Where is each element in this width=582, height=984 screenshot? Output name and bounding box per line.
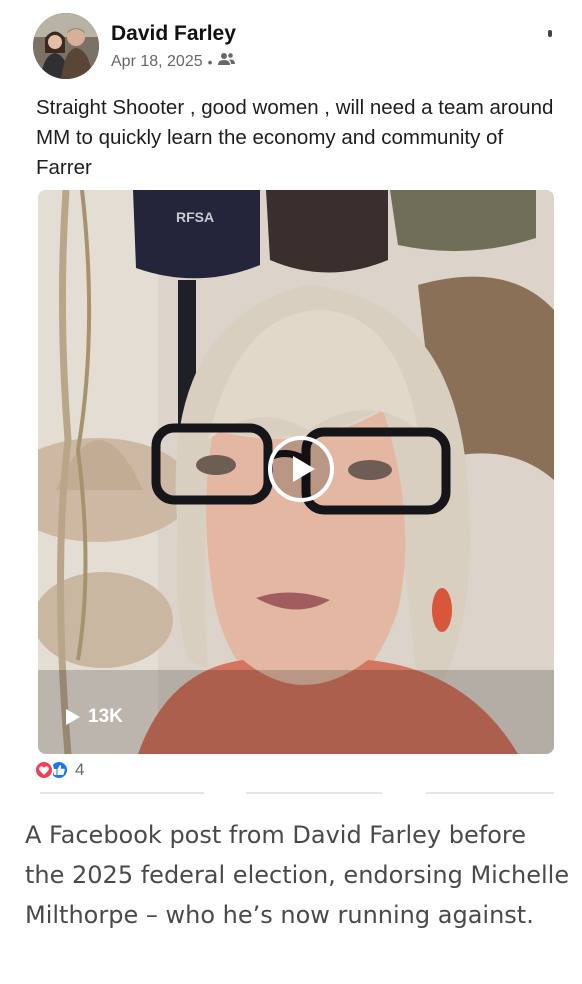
view-count: 13K — [66, 706, 123, 728]
author-name[interactable]: David Farley — [111, 22, 236, 46]
play-button[interactable] — [268, 436, 334, 502]
facebook-post: David Farley Apr 18, 2025 • Straight Sho… — [0, 0, 582, 800]
friends-icon[interactable] — [217, 52, 235, 71]
play-icon — [292, 456, 315, 482]
post-meta: Apr 18, 2025 • — [111, 52, 235, 71]
post-text: Straight Shooter , good women , will nee… — [36, 96, 554, 179]
action-bar-divider-comment — [246, 792, 382, 794]
reactions-summary[interactable]: 4 — [34, 760, 84, 780]
author-avatar[interactable] — [33, 13, 99, 79]
love-reaction-icon — [34, 760, 54, 780]
cap-logo-text: RFSA — [176, 209, 214, 225]
view-count-label: 13K — [88, 706, 123, 727]
post-date[interactable]: Apr 18, 2025 — [111, 53, 203, 71]
action-bar-divider-like — [40, 792, 204, 794]
meta-separator: • — [207, 53, 213, 70]
article-caption: A Facebook post from David Farley before… — [25, 821, 570, 929]
action-bar-divider-share — [426, 792, 554, 794]
video-player[interactable]: RFSA 13K — [38, 190, 554, 754]
more-options-icon[interactable] — [548, 30, 552, 37]
reaction-count: 4 — [75, 760, 85, 779]
views-play-icon — [66, 709, 80, 725]
